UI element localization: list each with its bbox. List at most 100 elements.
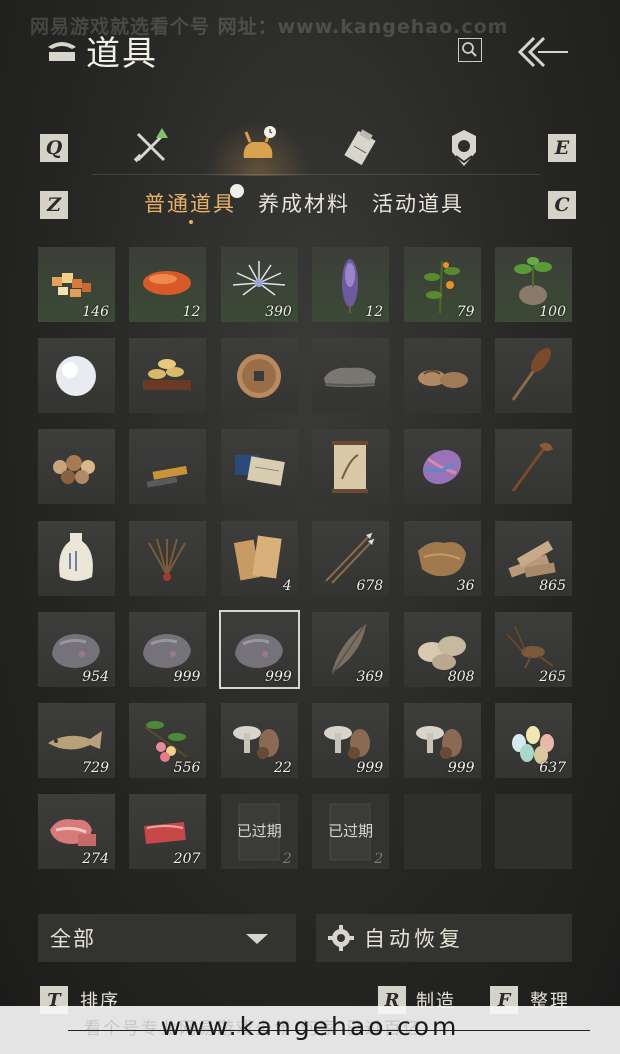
item-count: 265 — [539, 668, 566, 685]
subtab-event-items[interactable]: 活动道具 — [372, 188, 464, 218]
item-slot[interactable]: 999 — [218, 609, 300, 689]
item-slot[interactable]: 274 — [38, 794, 115, 870]
item-slot[interactable]: 36 — [403, 520, 481, 596]
next-category-key[interactable]: E — [548, 134, 576, 162]
item-slot[interactable]: 390 — [220, 247, 298, 322]
bag-icon[interactable] — [236, 124, 280, 168]
item-slot[interactable]: 999 — [129, 611, 207, 687]
expired-label: 已过期 — [328, 822, 374, 841]
item-slot[interactable] — [129, 520, 207, 596]
gem-icon[interactable] — [442, 126, 486, 170]
item-slot[interactable]: 556 — [129, 703, 207, 778]
item-slot[interactable]: 22 — [220, 703, 298, 778]
item-slot[interactable]: 808 — [403, 611, 481, 687]
item-slot[interactable]: 已过期 2 — [312, 794, 390, 870]
books-icon — [234, 455, 285, 487]
weapons-icon[interactable] — [130, 126, 174, 170]
item-slot[interactable]: 678 — [312, 520, 390, 596]
item-slot[interactable]: 369 — [312, 611, 390, 687]
item-count: 999 — [356, 760, 384, 776]
item-slot[interactable] — [495, 429, 572, 505]
item-count: 4 — [282, 577, 292, 594]
item-count: 2 — [374, 851, 384, 868]
item-slot[interactable]: 79 — [403, 247, 481, 322]
subtab-common-items[interactable]: 普通道具 — [144, 188, 236, 218]
item-slot[interactable]: 865 — [495, 520, 572, 596]
item-slot[interactable] — [312, 338, 390, 414]
item-count: 637 — [539, 760, 566, 776]
hairpin-icon — [511, 443, 553, 493]
item-count: 22 — [273, 760, 292, 776]
auto-restore-button[interactable]: 自动恢复 — [316, 914, 572, 962]
mushrooms-icon — [53, 455, 95, 485]
snowball-icon — [56, 356, 96, 397]
item-count: 865 — [539, 577, 566, 594]
item-slot[interactable] — [129, 338, 207, 414]
back-arrows-icon[interactable] — [514, 34, 570, 70]
item-slot[interactable]: 729 — [38, 703, 115, 778]
filter-dropdown[interactable]: 全部 — [38, 914, 296, 962]
page-header: 道具 — [44, 26, 158, 74]
item-count: 556 — [173, 760, 201, 776]
active-subtab-dot — [189, 220, 193, 224]
item-slot[interactable]: 999 — [403, 703, 481, 778]
item-count: 207 — [173, 851, 201, 868]
item-slot[interactable] — [403, 429, 481, 505]
yarn-icon — [422, 450, 461, 485]
clock-icon — [230, 184, 244, 198]
item-slot[interactable]: 637 — [495, 703, 572, 778]
expired-label: 已过期 — [236, 822, 282, 841]
item-count: 369 — [356, 668, 384, 685]
pastry-tray-icon — [143, 359, 192, 391]
porcelain-vase-icon — [59, 532, 93, 581]
watermark-url: www.kangehao.com — [160, 1012, 460, 1041]
pillow-icon — [324, 367, 377, 388]
item-slot[interactable] — [129, 429, 207, 505]
item-slot[interactable]: 12 — [312, 247, 390, 322]
item-count: 274 — [82, 851, 109, 868]
item-slot[interactable] — [38, 429, 115, 505]
next-subtab-key[interactable]: C — [548, 191, 576, 219]
item-count: 729 — [82, 760, 109, 776]
bronze-coin-icon — [236, 354, 281, 399]
item-slot[interactable]: 146 — [38, 247, 115, 322]
gear-icon — [328, 925, 354, 951]
painting-scroll-icon — [332, 441, 369, 494]
prev-category-key[interactable]: Q — [40, 134, 68, 162]
item-slot[interactable]: 100 — [495, 247, 572, 322]
prev-subtab-key[interactable]: Z — [40, 191, 68, 219]
item-count: 808 — [447, 668, 475, 685]
item-slot[interactable]: 999 — [312, 703, 390, 778]
item-slot[interactable]: 265 — [495, 611, 572, 687]
item-slot[interactable]: 12 — [129, 247, 207, 322]
item-slot[interactable] — [220, 429, 298, 505]
item-slot[interactable] — [38, 338, 115, 414]
search-icon[interactable] — [458, 38, 482, 62]
scroll-icon[interactable] — [340, 126, 384, 170]
item-count: 100 — [539, 304, 566, 320]
item-slot[interactable]: 已过期 2 — [220, 794, 298, 870]
chevron-down-icon — [246, 934, 268, 944]
item-slot[interactable] — [495, 338, 572, 414]
item-count: 999 — [265, 668, 292, 685]
item-count: 36 — [456, 577, 475, 594]
empty-slot — [403, 794, 481, 870]
cattail-icon — [511, 348, 551, 402]
tabs-divider — [92, 174, 540, 175]
inventory-logo-icon — [48, 42, 76, 61]
item-slot[interactable] — [38, 520, 115, 596]
item-slot[interactable]: 207 — [129, 794, 207, 870]
item-slot[interactable] — [220, 338, 298, 414]
auto-restore-label: 自动恢复 — [364, 927, 464, 951]
item-slot[interactable]: 4 — [220, 520, 298, 596]
item-slot[interactable] — [312, 429, 390, 505]
item-count: 12 — [365, 304, 384, 320]
ink-sticks-icon — [144, 453, 188, 488]
item-count: 678 — [356, 577, 384, 594]
item-count: 999 — [447, 760, 475, 776]
subtab-growth-materials[interactable]: 养成材料 — [258, 188, 350, 218]
straw-sandals-icon — [417, 370, 468, 389]
item-slot[interactable]: 954 — [38, 611, 115, 687]
item-slot[interactable] — [403, 338, 481, 414]
item-count: 79 — [456, 304, 475, 320]
